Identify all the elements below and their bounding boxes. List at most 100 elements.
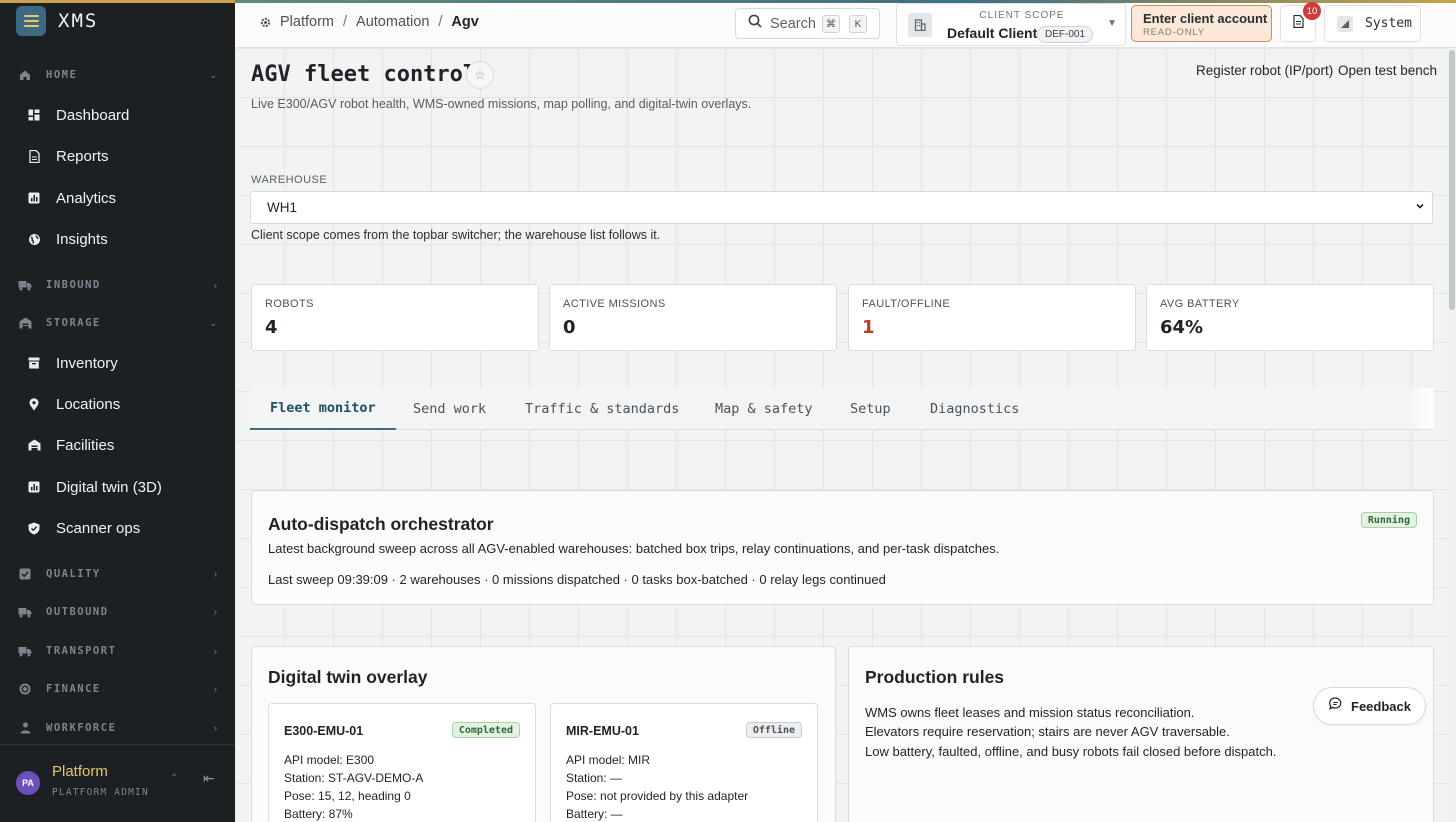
caret-down-icon: ▼	[1107, 18, 1117, 29]
system-menu-button[interactable]: System	[1324, 5, 1421, 42]
breadcrumb-automation[interactable]: Automation	[356, 14, 429, 30]
nav-section-quality[interactable]: QUALITY ›	[0, 562, 235, 586]
stat-label: ROBOTS	[265, 298, 314, 310]
open-test-bench-link[interactable]: Open test bench	[1338, 63, 1437, 78]
bar-chart-icon	[27, 480, 41, 494]
scrollbar-thumb[interactable]	[1449, 50, 1455, 310]
sidebar-item-label: Scanner ops	[56, 519, 141, 537]
tab-traffic-standards[interactable]: Traffic & standards	[525, 388, 679, 429]
tab-map-safety[interactable]: Map & safety	[715, 388, 813, 429]
page-scrollbar[interactable]	[1448, 48, 1456, 822]
favorite-star-icon[interactable]: ☆	[466, 61, 494, 89]
sidebar-item-analytics[interactable]: Analytics	[0, 181, 235, 215]
breadcrumb-separator: /	[438, 14, 443, 30]
tab-diagnostics[interactable]: Diagnostics	[930, 388, 1019, 429]
nav-section-label: TRANSPORT	[46, 645, 117, 657]
tab-bar: Fleet monitor Send work Traffic & standa…	[250, 388, 1434, 430]
user-name[interactable]: Platform	[52, 763, 108, 780]
chevron-right-icon: ›	[214, 646, 217, 656]
nav-section-transport[interactable]: TRANSPORT ›	[0, 639, 235, 663]
nav-section-home[interactable]: HOME ⌄	[0, 63, 235, 87]
sidebar-item-locations[interactable]: Locations	[0, 387, 235, 421]
building-icon	[908, 13, 932, 37]
robot-card[interactable]: MIR-EMU-01 Offline API model: MIR Statio…	[550, 703, 818, 822]
nav-section-inbound[interactable]: INBOUND ›	[0, 273, 235, 297]
truck-icon	[18, 644, 32, 658]
stat-card-fault-offline: FAULT/OFFLINE 1	[848, 284, 1136, 351]
client-code-badge: DEF-001	[1037, 26, 1094, 43]
sidebar-item-dashboard[interactable]: Dashboard	[0, 98, 235, 132]
enter-client-account-label: Enter client account	[1143, 11, 1268, 26]
menu-logo-icon[interactable]	[16, 6, 46, 36]
brand[interactable]: XMS	[16, 5, 98, 37]
robot-battery: Battery: 87%	[284, 807, 353, 821]
warehouse-label: WAREHOUSE	[251, 174, 328, 186]
client-scope-switcher[interactable]: CLIENT SCOPE Default Client DEF-001 ▼	[896, 3, 1126, 46]
robot-api-model: API model: E300	[284, 753, 375, 767]
documents-button[interactable]: 10	[1280, 2, 1321, 42]
app-name: XMS	[58, 10, 99, 32]
chevron-right-icon: ›	[214, 723, 217, 733]
digital-twin-title: Digital twin overlay	[268, 667, 428, 687]
shield-check-icon	[27, 521, 41, 535]
nav-section-workforce[interactable]: WORKFORCE ›	[0, 716, 235, 740]
chat-bubble-icon	[1329, 697, 1342, 715]
chevron-down-icon	[1414, 200, 1426, 215]
register-robot-link[interactable]: Register robot (IP/port)	[1196, 63, 1333, 78]
truck-icon	[18, 605, 32, 619]
orchestrator-description: Latest background sweep across all AGV-e…	[268, 541, 1000, 556]
sidebar-footer: PA Platform PLATFORM ADMIN ⌃ ⇤	[0, 744, 235, 822]
tab-fleet-monitor[interactable]: Fleet monitor	[250, 388, 396, 430]
search-button[interactable]: Search ⌘ K	[735, 8, 880, 39]
nav-section-outbound[interactable]: OUTBOUND ›	[0, 600, 235, 624]
avatar[interactable]: PA	[16, 771, 40, 795]
nav-section-finance[interactable]: FINANCE ›	[0, 677, 235, 701]
chevron-down-icon: ⌄	[209, 69, 217, 80]
nav-section-label: HOME	[46, 69, 78, 81]
robot-name: E300-EMU-01	[284, 724, 364, 738]
chevron-right-icon: ›	[214, 569, 217, 579]
tab-setup[interactable]: Setup	[850, 388, 891, 429]
sidebar-item-digital-twin[interactable]: Digital twin (3D)	[0, 470, 235, 504]
sidebar-item-label: Dashboard	[56, 106, 130, 124]
enter-client-account-button[interactable]: Enter client account READ-ONLY	[1131, 5, 1272, 42]
robot-battery: Battery: —	[566, 807, 623, 821]
warehouse-select[interactable]: WH1	[250, 191, 1433, 224]
collapse-sidebar-icon[interactable]: ⇤	[203, 770, 215, 787]
orchestrator-summary: Last sweep 09:39:09 · 2 warehouses · 0 m…	[268, 572, 886, 587]
sidebar-item-inventory[interactable]: Inventory	[0, 346, 235, 380]
sidebar-item-scanner-ops[interactable]: Scanner ops	[0, 511, 235, 545]
chevron-right-icon: ›	[214, 684, 217, 694]
nav-section-storage[interactable]: STORAGE ⌄	[0, 311, 235, 335]
stat-value: 0	[563, 317, 576, 338]
sidebar-item-facilities[interactable]: Facilities	[0, 428, 235, 462]
stat-value: 4	[265, 317, 278, 338]
dashboard-icon	[27, 108, 41, 122]
nav-section-label: OUTBOUND	[46, 606, 109, 618]
orchestrator-card: Auto-dispatch orchestrator Running Lates…	[251, 490, 1434, 605]
chevron-up-down-icon[interactable]: ⌃	[170, 773, 178, 784]
search-icon	[748, 14, 762, 33]
status-badge: Running	[1360, 512, 1417, 528]
warehouse-help-text: Client scope comes from the topbar switc…	[251, 228, 661, 242]
breadcrumb-platform[interactable]: Platform	[280, 14, 334, 30]
gear-icon	[260, 17, 271, 28]
notification-badge: 10	[1303, 2, 1321, 20]
robot-pose: Pose: not provided by this adapter	[566, 789, 749, 803]
nav-section-label: STORAGE	[46, 317, 101, 329]
map-pin-icon	[27, 397, 41, 411]
breadcrumb: Platform / Automation / Agv	[260, 14, 479, 30]
production-rules-title: Production rules	[865, 667, 1005, 687]
sidebar-item-insights[interactable]: Insights	[0, 222, 235, 256]
search-label: Search	[770, 15, 816, 32]
tab-send-work[interactable]: Send work	[413, 388, 486, 429]
sidebar-item-reports[interactable]: Reports	[0, 139, 235, 173]
feedback-button[interactable]: Feedback	[1313, 687, 1426, 725]
page-title: AGV fleet control	[251, 62, 477, 87]
robot-api-model: API model: MIR	[566, 753, 651, 767]
robot-card[interactable]: E300-EMU-01 Completed API model: E300 St…	[268, 703, 536, 822]
production-rules-card: Production rules WMS owns fleet leases a…	[848, 646, 1434, 822]
orchestrator-title: Auto-dispatch orchestrator	[268, 514, 494, 534]
sidebar-item-label: Analytics	[56, 189, 117, 207]
theme-icon	[1337, 15, 1353, 32]
